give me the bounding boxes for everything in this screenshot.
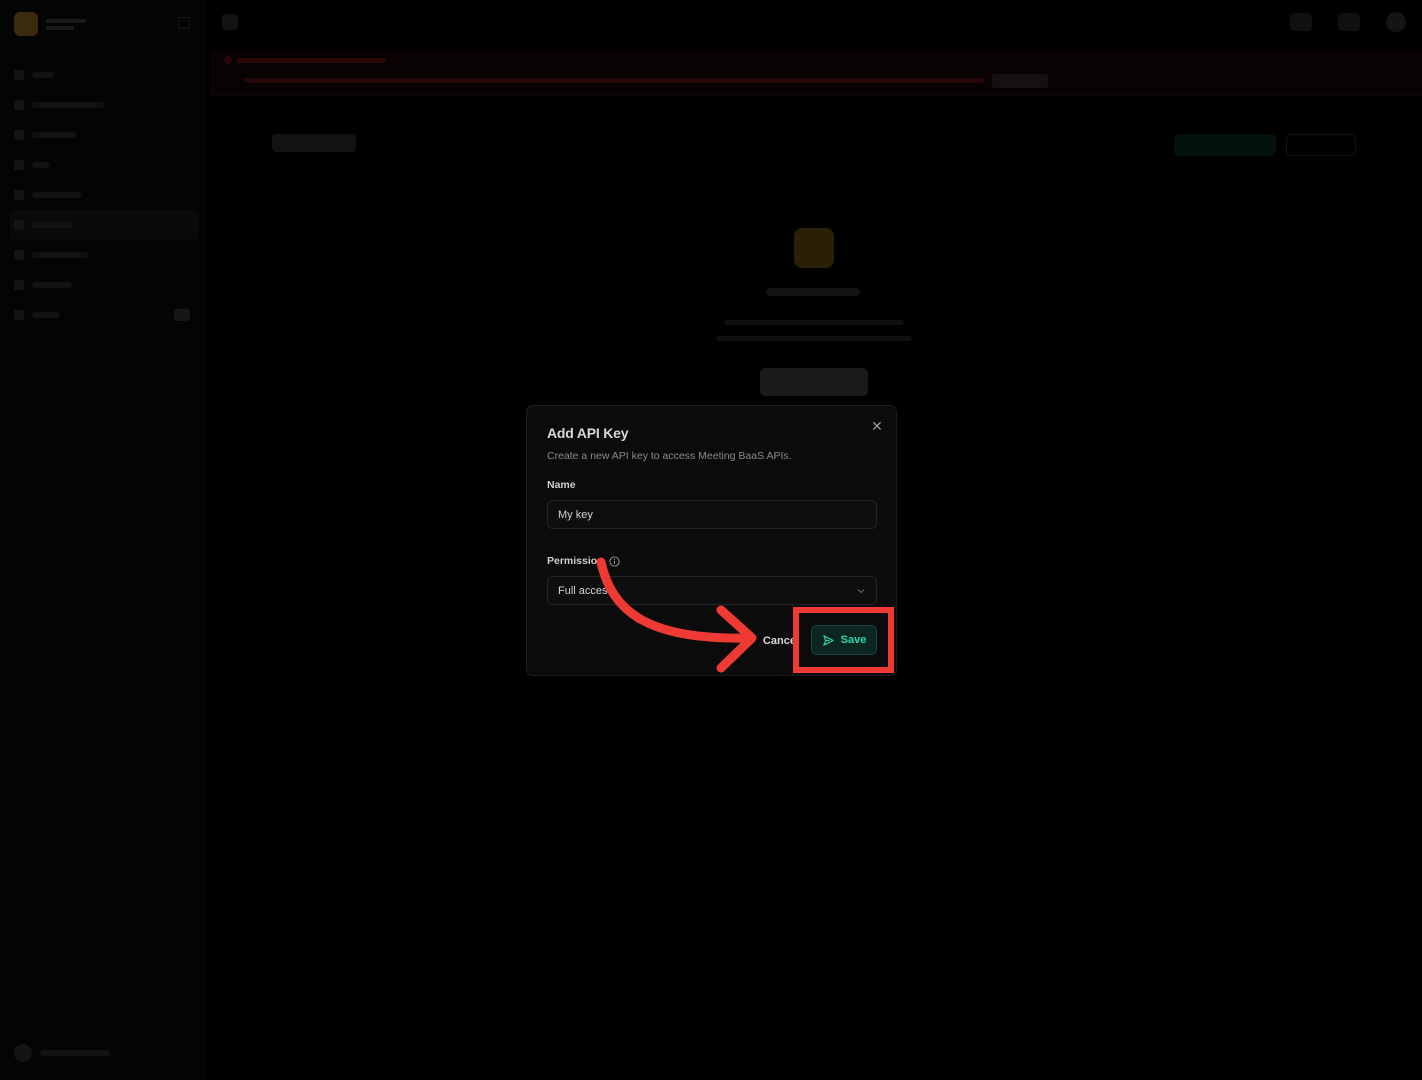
- brand: [14, 12, 86, 36]
- close-icon[interactable]: ✕: [869, 418, 885, 434]
- sidebar-nav: [10, 60, 198, 330]
- empty-state-icon: [794, 228, 834, 268]
- info-icon[interactable]: [609, 555, 620, 567]
- name-input[interactable]: [547, 500, 877, 529]
- chevron-down-icon: [857, 589, 865, 594]
- page-title: [272, 134, 356, 152]
- dialog-description: Create a new API key to access Meeting B…: [547, 450, 792, 462]
- sidebar-collapse-icon[interactable]: [178, 17, 190, 29]
- header-secondary-button[interactable]: [1286, 134, 1356, 156]
- sidebar-item[interactable]: [10, 270, 198, 300]
- avatar: [14, 1044, 32, 1062]
- sidebar-item[interactable]: [10, 60, 198, 90]
- sidebar-item[interactable]: [10, 300, 198, 330]
- sidebar-item[interactable]: [10, 180, 198, 210]
- topbar-button[interactable]: [1290, 13, 1312, 31]
- permission-select[interactable]: Full access: [547, 576, 877, 605]
- empty-state-button[interactable]: [760, 368, 868, 396]
- user-avatar[interactable]: [1386, 12, 1406, 32]
- header-primary-button[interactable]: [1174, 134, 1276, 156]
- sidebar-item[interactable]: [10, 120, 198, 150]
- permission-label: Permission: [547, 555, 604, 567]
- empty-state-text: [724, 320, 904, 325]
- dialog-title: Add API Key: [547, 425, 629, 441]
- empty-state-title: [766, 288, 860, 296]
- nav-badge: [174, 309, 190, 321]
- save-highlight-box: [793, 607, 894, 673]
- sidebar: [0, 0, 206, 1080]
- app-root: Add API Key ✕ Create a new API key to ac…: [0, 0, 1422, 1080]
- permission-label-row: Permission: [547, 555, 620, 567]
- empty-state-text: [716, 336, 912, 341]
- sidebar-item-active[interactable]: [10, 210, 198, 240]
- sidebar-item[interactable]: [10, 150, 198, 180]
- alert-banner: [210, 50, 1422, 96]
- name-label: Name: [547, 479, 576, 491]
- topbar-actions: [1290, 12, 1406, 32]
- user-menu[interactable]: [14, 1043, 190, 1063]
- sidebar-item[interactable]: [10, 240, 198, 270]
- alert-icon: [224, 56, 232, 64]
- banner-action-button[interactable]: [992, 74, 1048, 88]
- sidebar-item[interactable]: [10, 90, 198, 120]
- brand-logo: [14, 12, 38, 36]
- topbar-button[interactable]: [1338, 13, 1360, 31]
- sidebar-toggle-icon[interactable]: [222, 14, 238, 30]
- cancel-button[interactable]: Cancel: [749, 629, 799, 653]
- permission-select-value: Full access: [558, 584, 614, 597]
